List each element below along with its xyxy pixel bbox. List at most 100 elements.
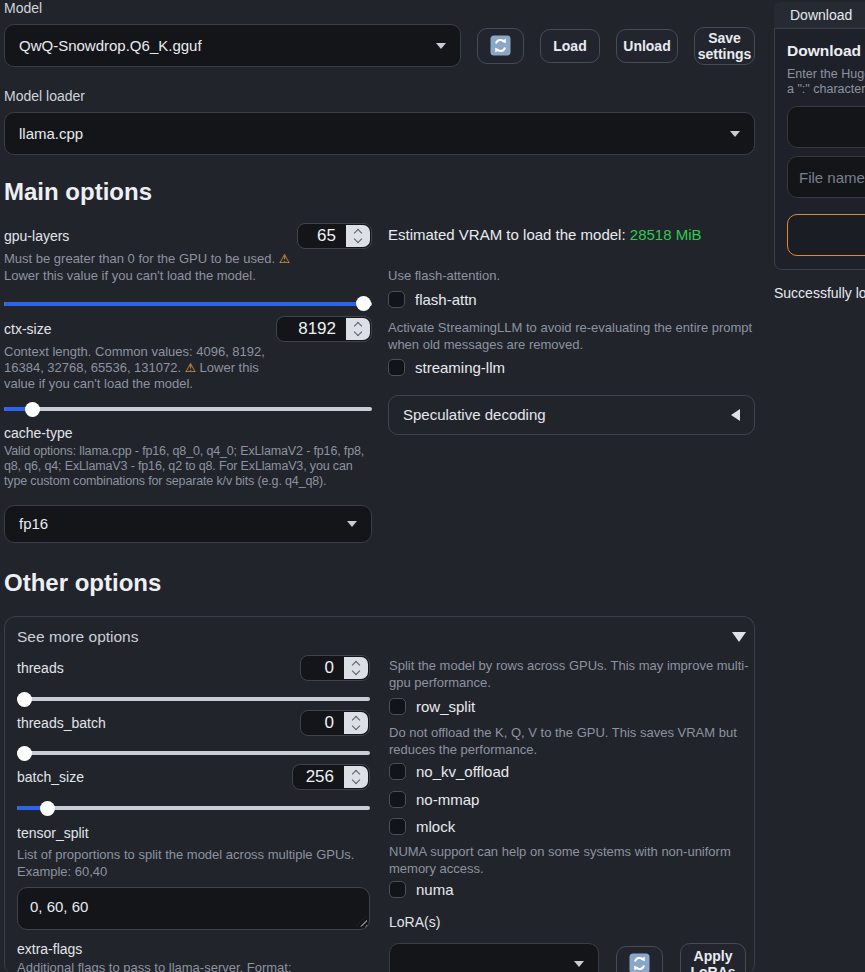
apply-loras-button[interactable]: Apply LoRAs [680,943,746,972]
chevron-down-icon [574,961,584,967]
threads-batch-slider[interactable] [17,746,370,761]
tensor-split-info: List of proportions to split the model a… [17,846,370,881]
vram-estimate: Estimated VRAM to load the model: 28518 … [388,226,755,243]
no-mmap-row: no-mmap [389,791,746,808]
gpu-layers-info: Must be greater than 0 for the GPU to be… [4,251,372,283]
model-loader-label: Model loader [4,88,755,104]
mlock-row: mlock [389,818,746,835]
other-options-heading: Other options [4,569,755,597]
flash-attn-info: Use flash-attention. [388,267,755,285]
refresh-icon [490,35,511,56]
model-row: QwQ-Snowdrop.Q6_K.gguf Load Unload Save … [4,24,755,67]
warning-icon: ⚠ [185,361,196,375]
vram-value: 28518 MiB [630,226,702,243]
streaming-llm-row: streaming-llm [388,359,755,376]
threads-label: threads [17,660,64,676]
no-kv-offload-row: no_kv_offload [389,763,746,780]
batch-size-slider[interactable] [17,801,370,816]
model-dropdown-value: QwQ-Snowdrop.Q6_K.gguf [19,37,202,54]
model-label: Model [4,0,755,16]
threads-batch-input[interactable]: 0 [300,710,370,736]
extra-flags-label: extra-flags [17,941,370,957]
streaming-llm-checkbox[interactable] [388,359,405,376]
row-split-row: row_split [389,698,746,715]
tensor-split-label: tensor_split [17,825,370,841]
warning-icon: ⚠ [279,252,290,266]
slider-handle[interactable] [25,402,40,417]
threads-slider[interactable] [17,692,370,707]
download-panel: Download model or LoRA Enter the Hugging… [774,28,865,270]
no-kv-offload-info: Do not offload the K, Q, V to the GPU. T… [389,724,746,759]
speculative-decoding-accordion[interactable]: Speculative decoding [388,395,755,435]
flash-attn-checkbox[interactable] [388,291,405,308]
flash-attn-label: flash-attn [415,291,477,308]
model-loader-value: llama.cpp [19,125,83,142]
lora-label: LoRA(s) [389,914,746,930]
download-info-line1: Enter the Hugging Face username/model pa… [787,67,865,82]
row-split-checkbox[interactable] [389,698,406,715]
resize-handle[interactable] [356,916,367,927]
file-name-input[interactable] [787,156,865,198]
mlock-label: mlock [416,818,455,835]
batch-size-input[interactable]: 256 [292,764,370,790]
ctx-size-info: Context length. Common values: 4096, 819… [4,344,372,392]
ctx-size-label: ctx-size [4,321,51,337]
cache-type-dropdown[interactable]: fp16 [4,505,372,543]
threads-batch-label: threads_batch [17,715,106,731]
number-spinner[interactable] [346,225,370,247]
load-button[interactable]: Load [540,29,600,63]
slider-handle[interactable] [17,746,32,761]
chevron-down-icon [347,521,357,527]
refresh-icon [629,953,650,972]
numa-checkbox[interactable] [389,881,406,898]
refresh-loras-button[interactable] [616,946,663,972]
cache-type-info: Valid options: llama.cpp - fp16, q8_0, q… [4,444,372,489]
main-options-heading: Main options [4,178,755,206]
chevron-down-icon [436,43,446,49]
number-spinner[interactable] [346,318,370,340]
cache-type-label: cache-type [4,425,372,441]
download-heading: Download model or LoRA [787,42,865,60]
batch-size-label: batch_size [17,769,84,785]
slider-handle[interactable] [356,296,371,311]
download-column: Download Download model or LoRA Enter th… [774,2,865,301]
number-spinner[interactable] [344,657,368,679]
no-kv-offload-checkbox[interactable] [389,763,406,780]
ctx-size-slider[interactable] [4,402,372,417]
number-spinner[interactable] [344,712,368,734]
see-more-options-header[interactable]: See more options [17,628,746,646]
model-path-input[interactable] [787,106,865,148]
chevron-left-icon [731,409,740,421]
main-column: Model QwQ-Snowdrop.Q6_K.gguf Load Unload… [0,0,755,972]
model-loader-dropdown[interactable]: llama.cpp [4,112,755,155]
cache-type-value: fp16 [19,515,48,532]
streaming-llm-info: Activate StreamingLLM to avoid re-evalua… [388,319,755,354]
row-split-label: row_split [416,698,475,715]
extra-flags-info: Additional flags to pass to llama-server… [17,959,370,972]
download-button[interactable]: Download [787,214,865,256]
chevron-down-icon [732,632,746,642]
no-kv-offload-label: no_kv_offload [416,763,509,780]
slider-handle[interactable] [17,692,32,707]
save-settings-button[interactable]: Save settings [694,27,755,65]
ctx-size-input[interactable]: 8192 [276,316,372,342]
no-mmap-label: no-mmap [416,791,479,808]
number-spinner[interactable] [344,766,368,788]
lora-dropdown[interactable] [389,943,599,972]
unload-button[interactable]: Unload [616,29,678,63]
download-info-line2: a ":" character like this: facebook/gala… [787,82,865,97]
tab-download[interactable]: Download [774,2,865,28]
tensor-split-input[interactable]: 0, 60, 60 [17,887,370,930]
numa-label: numa [416,881,454,898]
flash-attn-row: flash-attn [388,291,755,308]
slider-handle[interactable] [40,801,55,816]
see-more-options-accordion: See more options threads 0 threads_batch [4,616,755,972]
refresh-models-button[interactable] [477,28,524,64]
mlock-checkbox[interactable] [389,818,406,835]
chevron-down-icon [730,131,740,137]
model-dropdown[interactable]: QwQ-Snowdrop.Q6_K.gguf [4,24,461,67]
threads-input[interactable]: 0 [300,655,370,681]
no-mmap-checkbox[interactable] [389,791,406,808]
gpu-layers-input[interactable]: 65 [297,223,372,249]
gpu-layers-slider[interactable] [4,296,372,311]
